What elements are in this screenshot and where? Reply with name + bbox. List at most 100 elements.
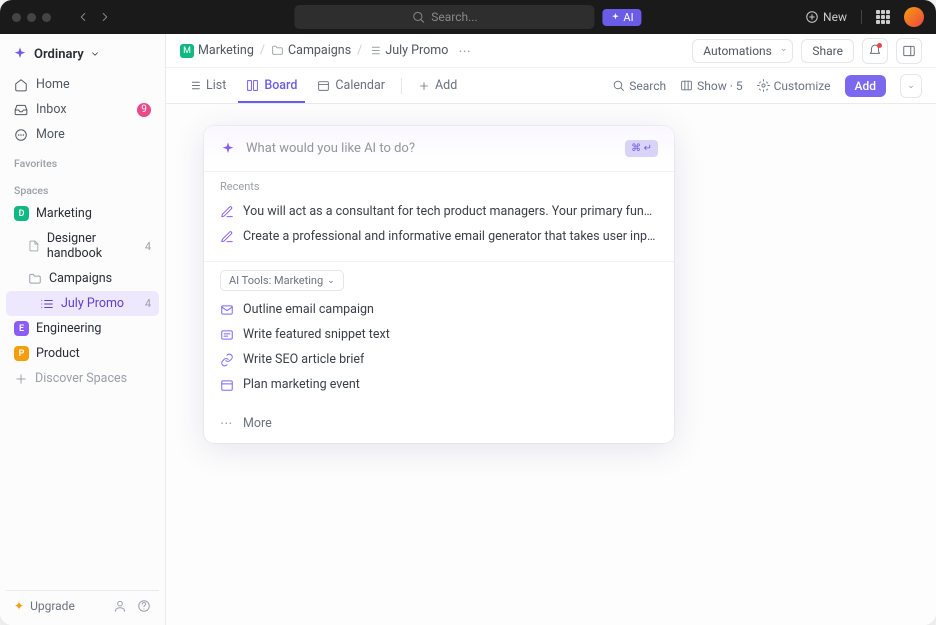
ai-shortcut-hint: ⌘ ↵: [625, 140, 658, 157]
inbox-icon: [14, 103, 28, 117]
recent-prompt-0[interactable]: You will act as a consultant for tech pr…: [220, 199, 658, 224]
user-icon[interactable]: [113, 599, 127, 613]
notif-indicator: [877, 43, 882, 48]
space-product[interactable]: P Product: [6, 341, 159, 366]
ai-tools-section: AI Tools: Marketing ⌄ Outline email camp…: [204, 262, 674, 409]
space-engineering[interactable]: E Engineering: [6, 316, 159, 341]
user-avatar[interactable]: [904, 7, 924, 27]
brand-logo-icon: [12, 46, 28, 62]
link-icon: [220, 353, 234, 367]
space-badge-icon: D: [14, 206, 29, 221]
apps-menu-icon[interactable]: [876, 10, 890, 24]
spaces-heading: Spaces: [6, 174, 159, 201]
search-icon: [411, 10, 425, 24]
more-icon: [14, 128, 28, 142]
panel-toggle-button[interactable]: [896, 38, 922, 64]
plus-icon: [14, 372, 28, 386]
doc-icon: [28, 239, 40, 253]
view-tab-list[interactable]: List: [180, 70, 234, 101]
notifications-button[interactable]: [862, 38, 888, 64]
sidebar-more[interactable]: More: [6, 122, 159, 147]
ai-button[interactable]: AI: [602, 9, 641, 26]
share-button[interactable]: Share: [801, 39, 854, 63]
ai-panel-header: What would you like AI to do? ⌘ ↵: [204, 126, 674, 171]
view-tab-calendar[interactable]: Calendar: [309, 70, 393, 101]
inbox-badge: 9: [137, 103, 151, 117]
minimize-dot[interactable]: [27, 13, 36, 22]
recents-heading: Recents: [220, 180, 658, 193]
recent-prompt-1[interactable]: Create a professional and informative em…: [220, 224, 658, 249]
nav-forward[interactable]: [95, 7, 115, 27]
ellipsis-icon: ⋯: [220, 415, 234, 431]
view-search[interactable]: Search: [612, 79, 666, 93]
add-task-dropdown[interactable]: ⌄: [900, 74, 922, 98]
sidebar-home[interactable]: Home: [6, 72, 159, 97]
list-july-promo[interactable]: July Promo 4: [6, 291, 159, 316]
plus-circle-icon: [805, 10, 819, 24]
ai-more-button[interactable]: ⋯ More: [204, 409, 674, 443]
view-bar: List Board Calendar Add: [166, 68, 936, 104]
snippet-icon: [220, 328, 234, 342]
breadcrumb-bar: M Marketing / Campaigns / July Promo ⋯ A…: [166, 34, 936, 68]
ai-tool-0[interactable]: Outline email campaign: [220, 297, 658, 322]
maximize-dot[interactable]: [42, 13, 51, 22]
titlebar: Search... AI New: [0, 0, 936, 34]
crumb-july-promo[interactable]: July Promo: [368, 43, 448, 58]
folder-icon: [271, 44, 284, 57]
folder-designer-handbook[interactable]: Designer handbook 4: [6, 226, 159, 266]
discover-spaces[interactable]: Discover Spaces: [6, 366, 159, 391]
ai-tool-2[interactable]: Write SEO article brief: [220, 347, 658, 372]
sidebar: Ordinary Home Inbox 9 More Favorites Spa…: [0, 34, 166, 625]
prompt-icon: [220, 205, 234, 219]
ai-tool-3[interactable]: Plan marketing event: [220, 372, 658, 397]
folder-campaigns[interactable]: Campaigns: [6, 266, 159, 291]
sidebar-footer: ✦ Upgrade: [6, 590, 159, 617]
prompt-icon: [220, 230, 234, 244]
automations-button[interactable]: Automations: [692, 39, 783, 63]
workspace-switcher[interactable]: Ordinary: [6, 42, 159, 72]
global-search[interactable]: Search...: [294, 5, 594, 29]
chevron-down-icon: [90, 49, 100, 59]
columns-icon: [680, 79, 693, 92]
crumb-more-icon[interactable]: ⋯: [458, 43, 471, 59]
add-view-button[interactable]: Add: [410, 70, 465, 101]
new-button[interactable]: New: [805, 10, 847, 24]
search-placeholder: Search...: [431, 10, 477, 24]
ai-panel: What would you like AI to do? ⌘ ↵ Recent…: [204, 126, 674, 443]
main-content: M Marketing / Campaigns / July Promo ⋯ A…: [166, 34, 936, 625]
list-icon: [368, 44, 381, 57]
space-marketing[interactable]: D Marketing: [6, 201, 159, 226]
panel-icon: [902, 44, 916, 58]
search-icon: [612, 79, 625, 92]
space-badge-icon: E: [14, 321, 29, 336]
upgrade-link[interactable]: Upgrade: [30, 599, 75, 613]
ai-sparkle-icon: [220, 141, 236, 157]
app-window: Search... AI New Ordinary: [0, 0, 936, 625]
view-tab-board[interactable]: Board: [238, 70, 305, 103]
list-icon: [40, 297, 54, 311]
folder-icon: [28, 272, 42, 286]
ai-prompt-input[interactable]: What would you like AI to do?: [246, 141, 615, 156]
ai-tools-filter[interactable]: AI Tools: Marketing ⌄: [220, 270, 344, 291]
list-icon: [188, 79, 201, 92]
calendar-icon: [220, 378, 234, 392]
add-task-button[interactable]: Add: [845, 75, 886, 97]
mail-icon: [220, 303, 234, 317]
nav-back[interactable]: [73, 7, 93, 27]
home-icon: [14, 78, 28, 92]
sidebar-inbox[interactable]: Inbox 9: [6, 97, 159, 122]
space-badge-icon: P: [14, 346, 29, 361]
sparkle-icon: [610, 12, 620, 22]
view-customize[interactable]: Customize: [757, 79, 831, 93]
traffic-lights: [12, 13, 51, 22]
plus-icon: [418, 80, 430, 92]
crumb-campaigns[interactable]: Campaigns: [271, 43, 351, 58]
close-dot[interactable]: [12, 13, 21, 22]
calendar-icon: [317, 79, 330, 92]
view-show[interactable]: Show · 5: [680, 79, 742, 93]
crumb-marketing[interactable]: M Marketing: [180, 43, 254, 58]
automations-dropdown[interactable]: ⌄: [775, 39, 794, 63]
ai-tool-1[interactable]: Write featured snippet text: [220, 322, 658, 347]
board-icon: [246, 79, 259, 92]
help-icon[interactable]: [137, 599, 151, 613]
